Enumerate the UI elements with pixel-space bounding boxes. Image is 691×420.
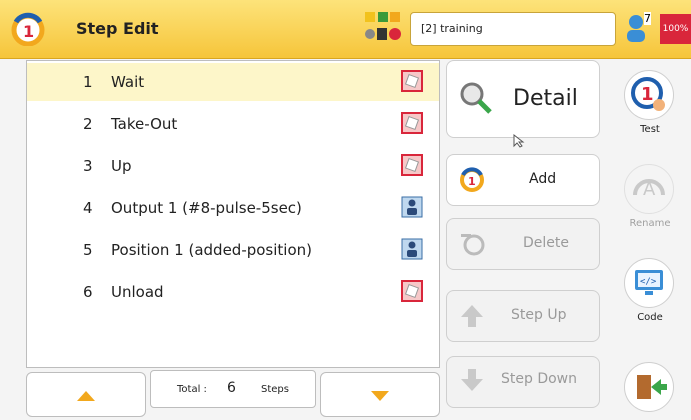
step-label: Wait [111,73,145,91]
step-app-icon: 1 [11,12,45,46]
step-number: 6 [83,283,93,301]
step-number: 3 [83,157,93,175]
step-type-icon [401,70,423,92]
step-row[interactable]: 1 Wait [27,63,439,101]
step-list: 1 Wait 2 Take-Out 3 Up 4 Output 1 (#8-pulse-5se… [26,60,440,368]
step-label: Unload [111,283,164,301]
step-type-icon [401,280,423,302]
step-number: 2 [83,115,93,133]
step-type-icon [401,112,423,134]
svg-text:1: 1 [23,22,34,41]
svg-text:1: 1 [641,84,654,105]
step-label: Output 1 (#8-pulse-5sec) [111,199,302,217]
user-level-button[interactable]: 7 [624,12,656,46]
svg-text:1: 1 [468,175,476,188]
exit-button[interactable] [620,362,680,412]
svg-text:</>: </> [640,277,657,287]
robot-output-icon [401,238,423,260]
delete-button[interactable]: Delete [446,218,600,270]
step-up-label: Step Up [511,307,567,323]
user-level-badge: 7 [644,12,651,25]
test-label: Test [640,124,660,135]
step-row[interactable]: 6 Unload [27,273,439,311]
total-unit: Steps [261,384,289,395]
total-value: 6 [227,380,236,396]
status-lights-icon [365,12,401,40]
delete-step-icon [461,234,485,256]
step-up-button[interactable]: Step Up [446,290,600,342]
step-row[interactable]: 5 Position 1 (added-position) [27,231,439,269]
step-down-button[interactable]: Step Down [446,356,600,408]
step-label: Up [111,157,132,175]
add-step-icon: 1 [460,167,484,192]
detail-button[interactable]: Detail [446,60,600,138]
scroll-down-button[interactable] [320,372,440,417]
delete-label: Delete [523,235,569,251]
step-label: Position 1 (added-position) [111,241,312,259]
step-down-label: Step Down [501,371,577,387]
step-list-footer: Total : 6 Steps [26,366,440,417]
add-label: Add [529,171,557,187]
exit-door-icon [624,362,674,412]
test-run-icon: 1 [624,70,674,120]
page-title: Step Edit [76,19,159,38]
mode-value: [2] training [421,22,483,35]
battery-indicator: 100% [660,14,691,44]
mode-selector[interactable]: [2] training [410,12,616,46]
step-row[interactable]: 2 Take-Out [27,105,439,143]
step-down-arrow-icon [461,369,483,391]
rename-icon: A [624,164,674,214]
step-number: 5 [83,241,93,259]
title-bar: 1 Step Edit [2] training 7 100% [0,0,691,59]
test-button[interactable]: 1 Test [620,70,680,148]
svg-text:A: A [643,179,656,200]
step-type-icon [401,154,423,176]
rename-button[interactable]: A Rename [620,164,680,242]
robot-output-icon [401,196,423,218]
add-button[interactable]: 1 Add [446,154,600,206]
cursor-icon [513,134,525,148]
magnifier-icon [460,82,492,114]
step-row[interactable]: 3 Up [27,147,439,185]
arrow-down-icon [371,391,389,401]
step-label: Take-Out [111,115,178,133]
code-monitor-icon: </> [624,258,674,308]
step-row[interactable]: 4 Output 1 (#8-pulse-5sec) [27,189,439,227]
code-label: Code [637,312,663,323]
total-steps-box: Total : 6 Steps [150,370,316,408]
detail-label: Detail [513,86,578,111]
total-label: Total : [177,384,207,395]
arrow-up-icon [77,391,95,401]
step-number: 1 [83,73,93,91]
step-up-arrow-icon [461,305,483,327]
rename-label: Rename [629,218,671,229]
scroll-up-button[interactable] [26,372,146,417]
step-number: 4 [83,199,93,217]
code-button[interactable]: </> Code [620,258,680,336]
